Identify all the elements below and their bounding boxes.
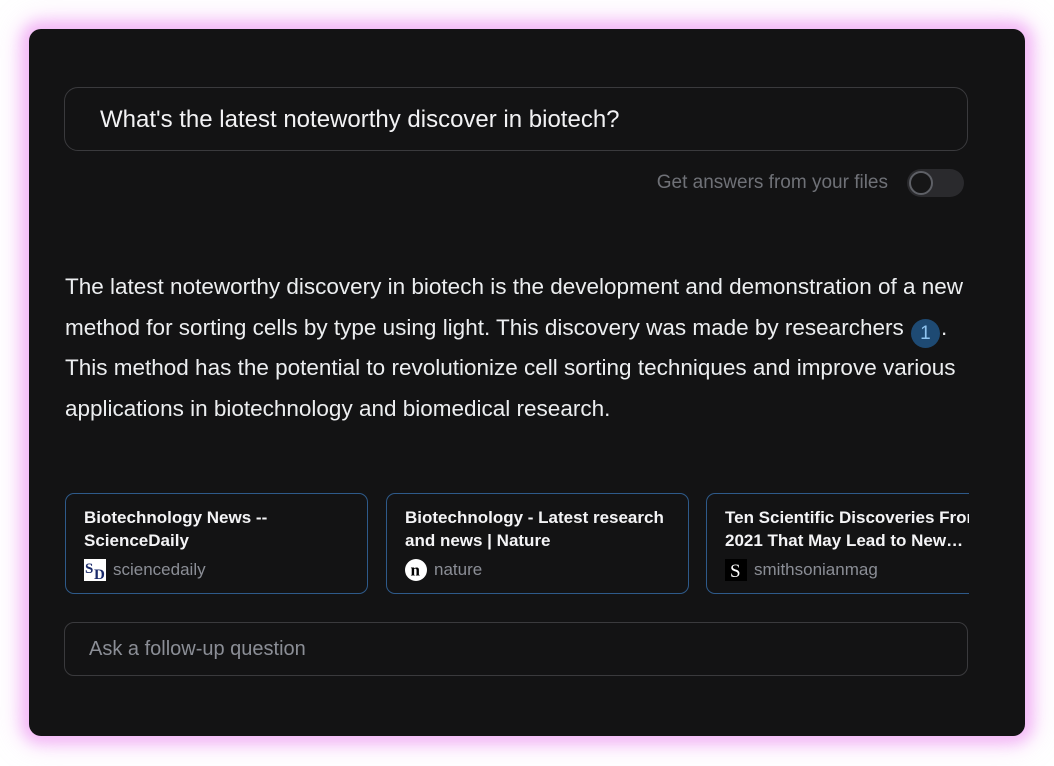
answer-text: The latest noteworthy discovery in biote… <box>65 267 975 429</box>
source-site-name: nature <box>434 560 483 579</box>
sciencedaily-logo-icon: S D <box>84 559 106 583</box>
nature-logo-icon: n <box>405 559 427 581</box>
svg-text:n: n <box>411 561 421 580</box>
svg-text:S: S <box>85 561 93 577</box>
files-toggle-switch[interactable] <box>907 169 964 197</box>
toggle-knob <box>909 171 933 195</box>
svg-text:S: S <box>730 561 741 581</box>
query-text: What's the latest noteworthy discover in… <box>100 106 620 133</box>
source-card-site: S smithsonianmag <box>725 558 878 582</box>
svg-text:D: D <box>94 567 105 581</box>
files-toggle-label: Get answers from your files <box>656 172 888 193</box>
source-card-title: Biotechnology News -- ScienceDaily <box>84 508 268 550</box>
followup-box <box>64 622 968 676</box>
source-card-title: Biotechnology - Latest research and news… <box>405 508 664 550</box>
smithsonianmag-logo-icon: S <box>725 559 747 582</box>
query-box[interactable]: What's the latest noteworthy discover in… <box>64 87 968 151</box>
followup-input[interactable] <box>65 623 967 675</box>
source-cards: Biotechnology News -- ScienceDaily S D s… <box>65 493 969 595</box>
source-card[interactable]: Biotechnology News -- ScienceDaily S D s… <box>65 493 368 594</box>
source-card[interactable]: Ten Scientific Discoveries From 2021 Tha… <box>706 493 969 594</box>
source-site-name: smithsonianmag <box>754 560 878 579</box>
files-toggle-row: Get answers from your files <box>657 168 964 198</box>
citation-badge[interactable]: 1 <box>910 318 940 348</box>
search-panel: What's the latest noteworthy discover in… <box>29 29 1025 736</box>
source-card-title: Ten Scientific Discoveries From 2021 Tha… <box>725 508 969 550</box>
source-card[interactable]: Biotechnology - Latest research and news… <box>386 493 689 594</box>
source-site-name: sciencedaily <box>113 560 206 579</box>
answer-part-1: The latest noteworthy discovery in biote… <box>65 274 964 340</box>
source-card-site: n nature <box>405 558 482 582</box>
source-card-site: S D sciencedaily <box>84 558 206 583</box>
